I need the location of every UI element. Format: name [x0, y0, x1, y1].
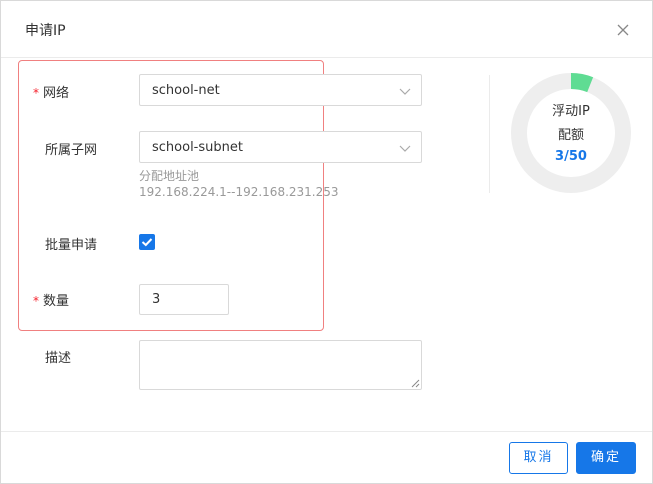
quota-label: 配额 — [557, 128, 584, 143]
dialog-header: 申请IP — [1, 1, 652, 58]
required-mark: * — [33, 86, 39, 100]
pool-range: 192.168.224.1--192.168.231.253 — [139, 185, 339, 199]
dialog-title: 申请IP — [25, 23, 66, 39]
subnet-label: 所属子网 — [45, 143, 98, 158]
cancel-button[interactable]: 取消 — [509, 442, 568, 474]
network-select[interactable]: school-net — [139, 74, 422, 106]
divider — [489, 75, 490, 193]
quantity-input[interactable]: 3 — [139, 284, 229, 315]
required-mark: * — [33, 294, 39, 308]
batch-label: 批量申请 — [45, 238, 98, 253]
batch-checkbox[interactable] — [139, 234, 155, 250]
quantity-value: 3 — [152, 292, 161, 307]
apply-ip-dialog: 申请IP * 网络 school-net 所属子网 school-subnet 分… — [0, 0, 653, 484]
confirm-button[interactable]: 确定 — [576, 442, 636, 474]
quota-usage: 3/50 — [555, 149, 587, 164]
chevron-down-icon — [399, 88, 411, 95]
quantity-label: * 数量 — [33, 294, 70, 309]
quota-type: 浮动IP — [552, 104, 590, 119]
subnet-value: school-subnet — [152, 140, 243, 155]
description-label: 描述 — [45, 351, 72, 366]
pool-label: 分配地址池 — [139, 169, 200, 183]
network-value: school-net — [152, 83, 220, 98]
network-label: * 网络 — [33, 86, 70, 101]
chevron-down-icon — [399, 145, 411, 152]
check-icon — [141, 238, 153, 247]
description-textarea[interactable] — [139, 340, 422, 390]
subnet-select[interactable]: school-subnet — [139, 131, 422, 163]
resize-handle-icon[interactable] — [411, 379, 420, 388]
close-icon[interactable] — [614, 21, 632, 39]
